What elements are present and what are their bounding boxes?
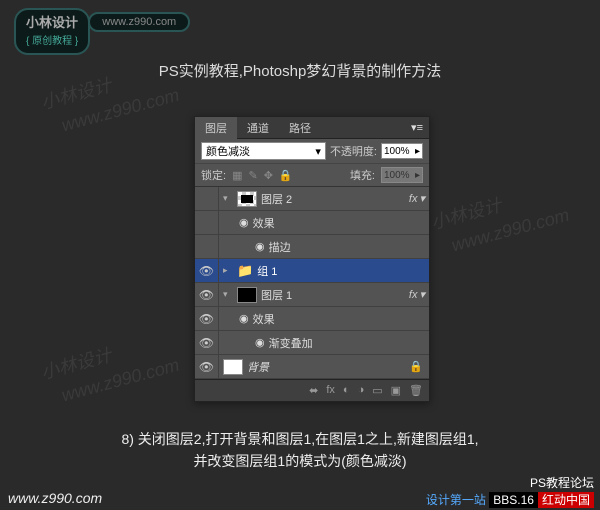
lock-label: 锁定: (201, 167, 226, 183)
tab-layers[interactable]: 图层 (195, 117, 237, 139)
layer-effect-row[interactable]: 👁 ◉ 描边 (195, 235, 429, 259)
trash-icon[interactable]: 🗑 (409, 384, 423, 397)
visibility-toggle[interactable]: 👁 (195, 307, 219, 331)
footer-url: www.z990.com (8, 490, 102, 506)
new-group-icon[interactable]: ▭ (372, 384, 382, 397)
chevron-down-icon: ▾ (419, 288, 425, 301)
step-caption: 8) 关闭图层2,打开背景和图层1,在图层1之上,新建图层组1, 并改变图层组1… (0, 428, 600, 473)
layer-group-row[interactable]: 👁 ▸ 📁 组 1 (195, 259, 429, 283)
page-header: 小林设计 { 原创教程 } www.z990.com (14, 8, 190, 55)
layer-thumbnail[interactable] (237, 287, 257, 303)
visibility-toggle[interactable]: 👁 (195, 211, 219, 235)
layer-row[interactable]: 👁 ▾ 图层 2 fx ▾ (195, 187, 429, 211)
link-icon[interactable]: ⬌ (309, 384, 318, 397)
opacity-label: 不透明度: (330, 143, 377, 159)
mask-icon[interactable]: ◐ (343, 384, 350, 397)
fx-badge[interactable]: fx ▾ (409, 288, 425, 301)
logo-subtext: 设计 (52, 15, 78, 30)
layer-list: 👁 ▾ 图层 2 fx ▾ 👁 ◉ 效果 👁 ◉ 描边 👁 (195, 187, 429, 379)
watermark: 小林设计 (38, 341, 114, 385)
effect-label: 效果 (253, 215, 275, 231)
layer-effect-row[interactable]: 👁 ◉ 渐变叠加 (195, 331, 429, 355)
fill-input[interactable]: 100% ▸ (381, 167, 423, 183)
chevron-icon: ▸ (415, 146, 420, 157)
logo-badge: 小林设计 { 原创教程 } (14, 8, 90, 55)
logo-tag: { 原创教程 } (26, 32, 78, 47)
expand-arrow-icon[interactable]: ▾ (223, 289, 233, 300)
visibility-toggle[interactable]: 👁 (195, 187, 219, 211)
layer-name[interactable]: 背景 (247, 359, 269, 375)
logo-main: 小林设计 (26, 12, 78, 32)
layer-row[interactable]: 👁 ▾ 图层 1 fx ▾ (195, 283, 429, 307)
fx-icon: ◉ (255, 336, 265, 349)
logo-url: www.z990.com (88, 12, 190, 32)
opacity-value: 100% (384, 146, 410, 157)
lock-brush-icon[interactable]: ✎ (248, 169, 257, 182)
fx-icon: ◉ (239, 312, 249, 325)
layer-thumbnail[interactable] (237, 191, 257, 207)
blend-mode-select[interactable]: 颜色减淡 ▾ (201, 142, 326, 160)
tab-channels[interactable]: 通道 (237, 117, 279, 139)
opacity-input[interactable]: 100% ▸ (381, 143, 423, 159)
layer-name[interactable]: 图层 1 (261, 287, 292, 303)
watermark: www.z990.com (59, 355, 181, 407)
fx-icon: ◉ (255, 240, 265, 253)
effect-label: 渐变叠加 (269, 335, 313, 351)
chevron-down-icon: ▾ (419, 192, 425, 205)
lock-icon: 🔒 (409, 360, 423, 373)
panel-tabs: 图层 通道 路径 ▾≡ (195, 117, 429, 139)
footer-title: PS教程论坛 (426, 474, 594, 491)
visibility-toggle[interactable]: 👁 (195, 283, 219, 307)
panel-menu-icon[interactable]: ▾≡ (411, 121, 423, 134)
expand-arrow-icon[interactable]: ▸ (223, 265, 233, 276)
logo-text: 小林 (26, 15, 52, 30)
fill-value: 100% (384, 170, 410, 181)
layers-panel: 图层 通道 路径 ▾≡ 颜色减淡 ▾ 不透明度: 100% ▸ 锁定: ▦ ✎ ✥… (194, 116, 430, 402)
lock-all-icon[interactable]: 🔒 (279, 169, 293, 182)
adjustment-icon[interactable]: ◑ (358, 384, 365, 397)
folder-icon: 📁 (237, 263, 253, 279)
visibility-toggle[interactable]: 👁 (195, 235, 219, 259)
watermark: 小林设计 (428, 191, 504, 235)
blend-opacity-row: 颜色减淡 ▾ 不透明度: 100% ▸ (195, 139, 429, 164)
expand-arrow-icon[interactable]: ▾ (223, 193, 233, 204)
layer-effect-row[interactable]: 👁 ◉ 效果 (195, 211, 429, 235)
fill-label: 填充: (350, 167, 375, 183)
watermark: www.z990.com (449, 205, 571, 257)
lock-move-icon[interactable]: ✥ (264, 169, 273, 182)
footer-bbs: BBS.16 (489, 492, 538, 508)
effect-label: 效果 (253, 311, 275, 327)
fx-menu-icon[interactable]: fx (326, 384, 335, 397)
lock-transparent-icon[interactable]: ▦ (232, 169, 242, 182)
layer-name[interactable]: 组 1 (257, 263, 277, 279)
visibility-toggle[interactable]: 👁 (195, 259, 219, 283)
new-layer-icon[interactable]: ▣ (391, 384, 401, 397)
chevron-down-icon: ▾ (315, 145, 321, 158)
fx-icon: ◉ (239, 216, 249, 229)
layer-thumbnail[interactable] (223, 359, 243, 375)
footer-red: 红动中国 (538, 492, 594, 508)
lock-icons: ▦ ✎ ✥ 🔒 (232, 169, 293, 182)
watermark: www.z990.com (59, 85, 181, 137)
caption-line: 并改变图层组1的模式为(颜色减淡) (0, 450, 600, 472)
layer-effect-row[interactable]: 👁 ◉ 效果 (195, 307, 429, 331)
lock-fill-row: 锁定: ▦ ✎ ✥ 🔒 填充: 100% ▸ (195, 164, 429, 187)
panel-footer: ⬌ fx ◐ ◑ ▭ ▣ 🗑 (195, 379, 429, 401)
footer-sub: 设计第一站 (426, 493, 486, 507)
chevron-icon: ▸ (415, 170, 420, 181)
layer-name[interactable]: 图层 2 (261, 191, 292, 207)
fx-badge[interactable]: fx ▾ (409, 192, 425, 205)
caption-line: 8) 关闭图层2,打开背景和图层1,在图层1之上,新建图层组1, (0, 428, 600, 450)
tab-paths[interactable]: 路径 (279, 117, 321, 139)
layer-row[interactable]: 👁 背景 🔒 (195, 355, 429, 379)
visibility-toggle[interactable]: 👁 (195, 355, 219, 379)
effect-label: 描边 (269, 239, 291, 255)
page-title: PS实例教程,Photoshp梦幻背景的制作方法 (0, 60, 600, 81)
blend-mode-value: 颜色减淡 (206, 143, 250, 159)
footer-credits: PS教程论坛 设计第一站 BBS.16红动中国 (426, 474, 594, 508)
visibility-toggle[interactable]: 👁 (195, 331, 219, 355)
